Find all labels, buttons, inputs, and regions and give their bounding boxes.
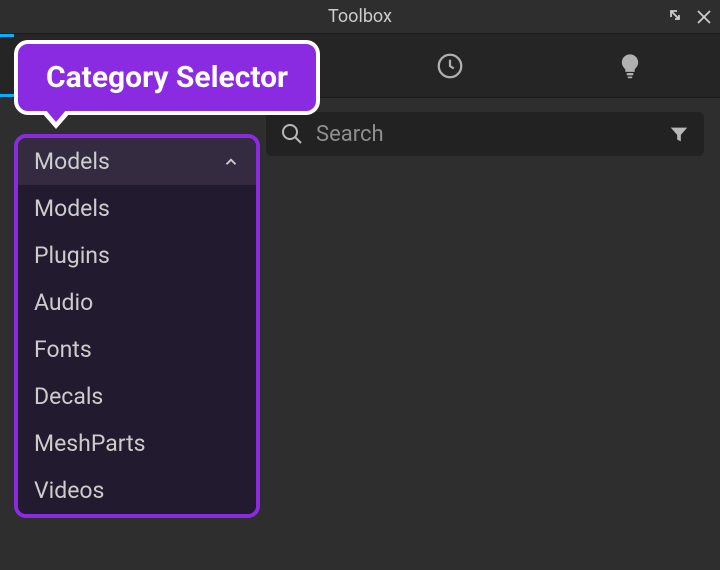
- dock-icon[interactable]: [668, 8, 686, 26]
- dropdown-selected-label: Models: [34, 148, 110, 175]
- dropdown-item-meshparts[interactable]: MeshParts: [18, 420, 256, 467]
- category-dropdown[interactable]: Models Models Plugins Audio Fonts Decals…: [14, 134, 260, 518]
- dropdown-list: Models Plugins Audio Fonts Decals MeshPa…: [18, 185, 256, 514]
- callout-text: Category Selector: [14, 40, 320, 115]
- search-box[interactable]: Search: [266, 112, 704, 156]
- callout-label: Category Selector: [14, 40, 320, 115]
- accent-line: [0, 34, 14, 37]
- dropdown-item-plugins[interactable]: Plugins: [18, 232, 256, 279]
- tab-recent[interactable]: [360, 34, 540, 97]
- search-icon: [280, 122, 304, 146]
- titlebar-controls: [668, 8, 712, 26]
- titlebar: Toolbox: [0, 0, 720, 34]
- bulb-icon: [616, 52, 644, 80]
- tab-creations[interactable]: [540, 34, 720, 97]
- clock-icon: [435, 51, 465, 81]
- dropdown-item-videos[interactable]: Videos: [18, 467, 256, 514]
- chevron-up-icon: [222, 153, 240, 171]
- dropdown-item-models[interactable]: Models: [18, 185, 256, 232]
- dropdown-item-audio[interactable]: Audio: [18, 279, 256, 326]
- window-title: Toolbox: [328, 6, 392, 27]
- dropdown-item-decals[interactable]: Decals: [18, 373, 256, 420]
- search-input[interactable]: Search: [316, 122, 656, 147]
- filter-icon[interactable]: [668, 123, 690, 145]
- close-icon[interactable]: [696, 9, 712, 25]
- dropdown-item-fonts[interactable]: Fonts: [18, 326, 256, 373]
- dropdown-selected[interactable]: Models: [18, 138, 256, 185]
